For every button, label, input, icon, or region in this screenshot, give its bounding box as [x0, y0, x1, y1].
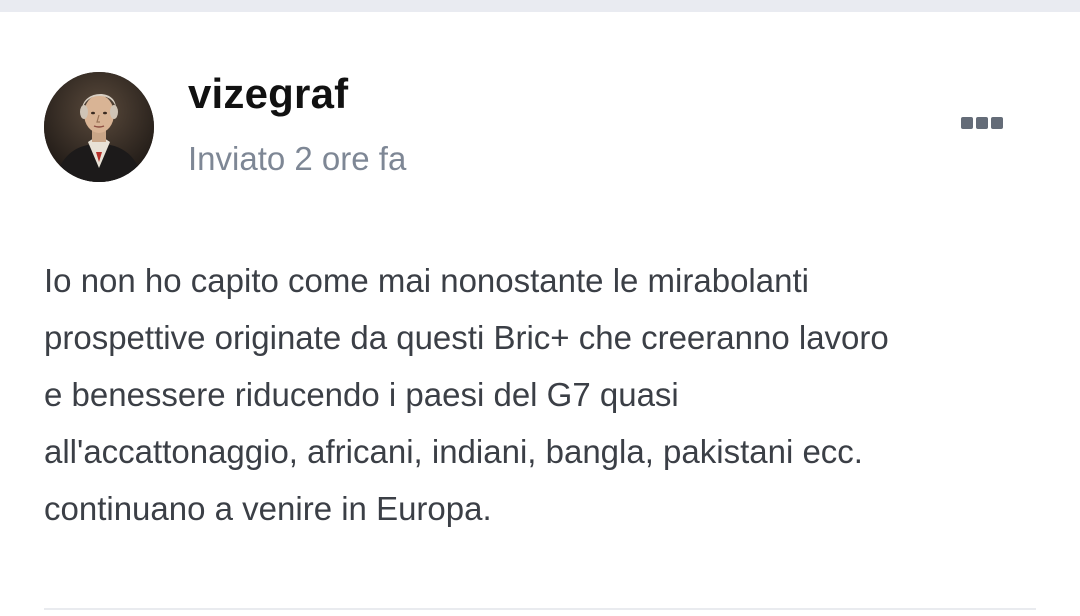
post-body-line: e benessere riducendo i paesi del G7 qua… [44, 376, 679, 413]
post-body-line: Io non ho capito come mai nonostante le … [44, 262, 809, 299]
more-options-icon-dot [991, 117, 1003, 129]
post-body-line: all'accattonaggio, africani, indiani, ba… [44, 433, 863, 470]
post-body: Io non ho capito come mai nonostante le … [44, 252, 1044, 537]
more-options-button[interactable] [952, 108, 1012, 138]
post-body-line: prospettive originate da questi Bric+ ch… [44, 319, 889, 356]
more-options-icon [961, 117, 973, 129]
avatar-portrait-image [44, 72, 154, 182]
divider [44, 608, 1036, 610]
post-body-line: continuano a venire in Europa. [44, 490, 492, 527]
post-card: vizegraf Inviato 2 ore fa Io non ho capi… [0, 12, 1080, 616]
author-name[interactable]: vizegraf [188, 70, 348, 118]
post-timestamp: Inviato 2 ore fa [188, 140, 407, 177]
avatar[interactable] [44, 72, 154, 182]
top-strip [0, 0, 1080, 12]
more-options-icon-dot [976, 117, 988, 129]
